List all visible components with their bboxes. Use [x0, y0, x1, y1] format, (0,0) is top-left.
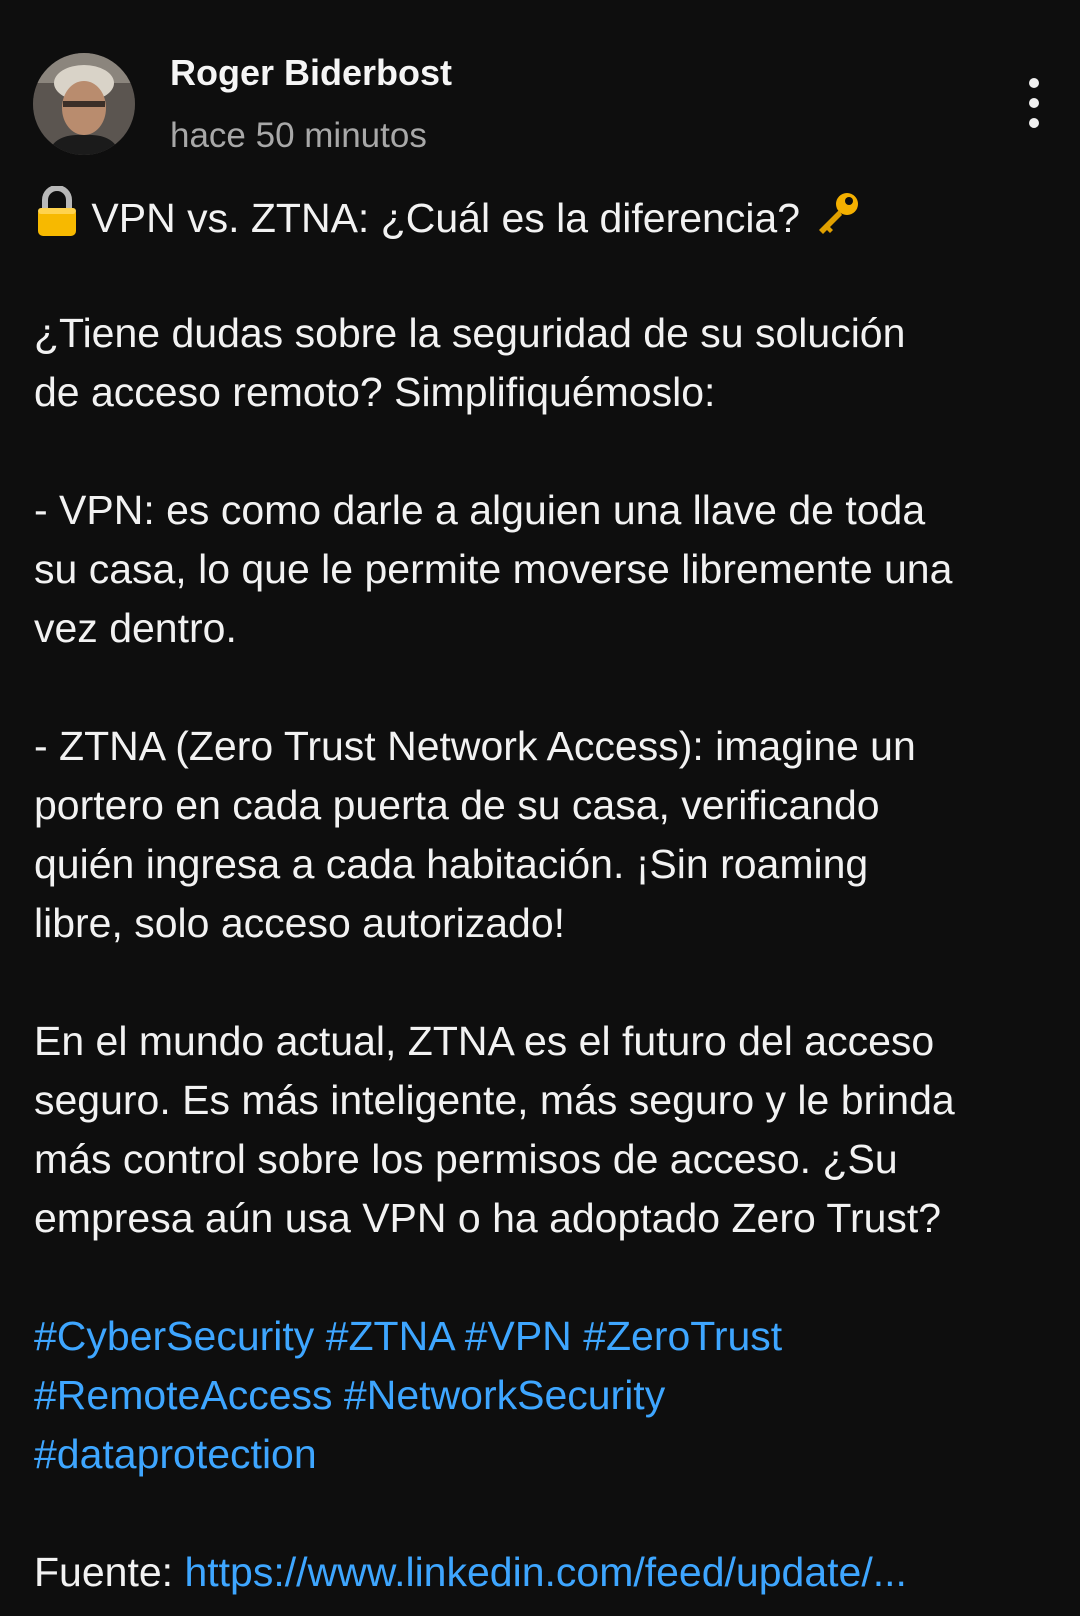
hashtag-link[interactable]: #VPN	[465, 1313, 572, 1359]
post-card: Roger Biderbost hace 50 minutos VPN vs. …	[0, 0, 1080, 1616]
paragraph-line: - VPN: es como darle a alguien una llave…	[34, 487, 926, 533]
hashtag-link[interactable]: #CyberSecurity	[34, 1313, 314, 1359]
source-line: Fuente: https://www.linkedin.com/feed/up…	[34, 1543, 1064, 1602]
paragraph-line: portero en cada puerta de su casa, verif…	[34, 782, 880, 828]
hashtag-link[interactable]: #ZTNA	[326, 1313, 454, 1359]
author-avatar[interactable]	[33, 53, 135, 155]
paragraph-line: más control sobre los permisos de acceso…	[34, 1136, 898, 1182]
hashtag-line: #CyberSecurity #ZTNA #VPN #ZeroTrust	[34, 1307, 1064, 1366]
paragraph-line: empresa aún usa VPN o ha adoptado Zero T…	[34, 1195, 942, 1241]
hashtag-link[interactable]: #NetworkSecurity	[344, 1372, 665, 1418]
paragraph-line: quién ingresa a cada habitación. ¡Sin ro…	[34, 841, 869, 887]
post-header: Roger Biderbost hace 50 minutos	[0, 0, 1080, 190]
paragraph-line: su casa, lo que le permite moverse libre…	[34, 546, 953, 592]
hashtag-line: #dataprotection	[34, 1425, 1064, 1484]
paragraph-line: vez dentro.	[34, 605, 237, 651]
post-body: VPN vs. ZTNA: ¿Cuál es la diferencia? ¿T…	[34, 185, 1064, 1602]
paragraph-line: seguro. Es más inteligente, más seguro y…	[34, 1077, 955, 1123]
hashtag-link[interactable]: #RemoteAccess	[34, 1372, 333, 1418]
hashtag-link[interactable]: #ZeroTrust	[583, 1313, 782, 1359]
paragraph-line: de acceso remoto? Simplifiquémoslo:	[34, 369, 716, 415]
hashtag-link[interactable]: #dataprotection	[34, 1431, 317, 1477]
key-icon	[811, 190, 863, 254]
lock-icon	[34, 185, 80, 254]
author-name[interactable]: Roger Biderbost	[170, 52, 452, 94]
paragraph-line: ¿Tiene dudas sobre la seguridad de su so…	[34, 310, 906, 356]
avatar-image	[33, 53, 135, 155]
paragraph-line: libre, solo acceso autorizado!	[34, 900, 566, 946]
more-options-button[interactable]	[1015, 76, 1055, 132]
source-label: Fuente:	[34, 1549, 174, 1595]
post-title-line: VPN vs. ZTNA: ¿Cuál es la diferencia?	[34, 185, 1064, 245]
post-title: VPN vs. ZTNA: ¿Cuál es la diferencia?	[91, 195, 801, 241]
hashtag-line: #RemoteAccess #NetworkSecurity	[34, 1366, 1064, 1425]
paragraph-line: - ZTNA (Zero Trust Network Access): imag…	[34, 723, 916, 769]
post-timestamp: hace 50 minutos	[170, 116, 427, 155]
source-link[interactable]: https://www.linkedin.com/feed/update/...	[184, 1549, 906, 1595]
paragraph-line: En el mundo actual, ZTNA es el futuro de…	[34, 1018, 935, 1064]
